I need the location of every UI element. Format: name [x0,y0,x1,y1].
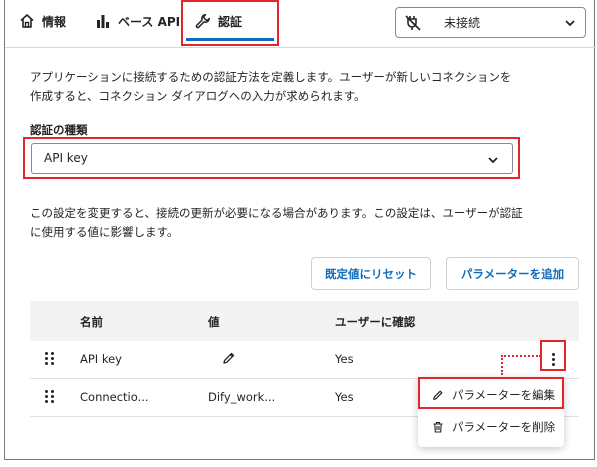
param-confirm: Yes [335,352,354,366]
pencil-icon[interactable] [222,351,236,368]
chevron-down-icon [563,16,577,33]
drag-handle-icon[interactable] [45,390,55,404]
reset-defaults-button[interactable]: 既定値にリセット [311,257,431,290]
tab-base-api[interactable]: ベース API [95,0,180,42]
home-icon [19,13,35,29]
callout-connector [501,355,541,357]
callout-connector [501,355,503,375]
auth-panel: 情報 ベース API 認証 未接続 アプリケーションに接続するための認証方法を定… [4,0,596,460]
trash-icon [432,421,444,433]
table-row[interactable]: API key Yes [30,341,579,379]
auth-type-label: 認証の種類 [30,123,88,137]
delete-parameter-label: パラメーターを削除 [452,420,556,434]
settings-warning-line: に使用する値に影響します。 [30,225,179,239]
tab-info[interactable]: 情報 [19,0,66,42]
delete-parameter-menu-item[interactable]: パラメーターを削除 [418,412,564,442]
connection-dropdown[interactable]: 未接続 [395,7,586,38]
bar-chart-icon [95,13,111,29]
highlight-box-auth-type [23,137,520,179]
auth-description: アプリケーションに接続するための認証方法を定義します。ユーザーが新しいコネクショ… [30,68,550,106]
settings-warning-line: この設定を変更すると、接続の更新が必要になる場合があります。この設定は、ユーザー… [30,206,523,220]
column-header-name: 名前 [80,315,103,329]
column-header-confirm: ユーザーに確認 [335,315,416,329]
settings-warning: この設定を変更すると、接続の更新が必要になる場合があります。この設定は、ユーザー… [30,204,550,242]
param-name: API key [80,352,122,366]
connection-status: 未接続 [444,16,481,30]
tab-bar: 情報 ベース API 認証 未接続 [5,0,596,48]
add-parameter-button[interactable]: パラメーターを追加 [446,257,579,290]
highlight-box-edit-parameter [418,377,564,409]
parameters-table: 名前 値 ユーザーに確認 API key Yes Connectio... Di… [30,301,579,417]
param-name: Connectio... [80,390,149,404]
column-header-value: 値 [208,315,220,329]
highlight-box-more-options [540,340,566,371]
drag-handle-icon[interactable] [45,352,55,366]
table-header: 名前 値 ユーザーに確認 [30,301,579,341]
highlight-box-auth-tab [181,0,279,46]
param-confirm: Yes [335,390,354,404]
tab-base-api-label: ベース API [118,14,181,29]
auth-description-line: アプリケーションに接続するための認証方法を定義します。ユーザーが新しいコネクショ… [30,70,512,84]
param-value: Dify_work... [208,390,276,404]
unplugged-icon [404,14,422,32]
tab-info-label: 情報 [42,14,67,29]
auth-description-line: 作成すると、コネクション ダイアログへの入力が求められます。 [30,89,366,103]
